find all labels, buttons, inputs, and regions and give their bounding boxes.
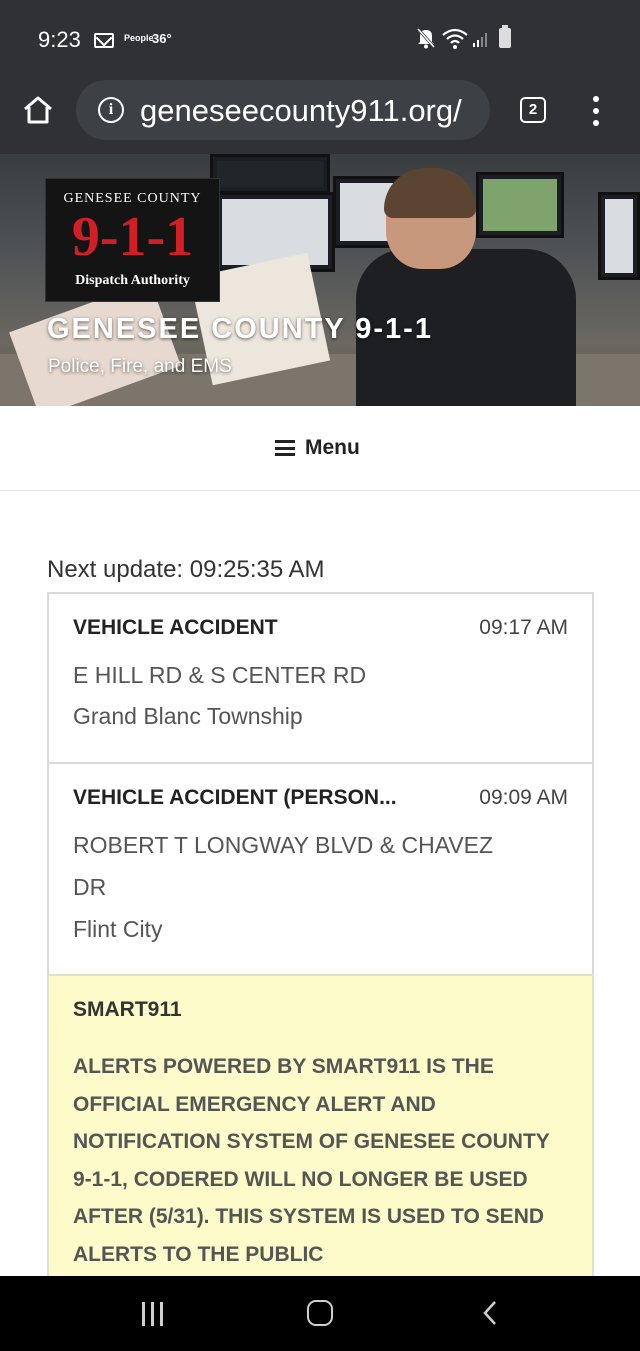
- temperature: 36°: [152, 31, 172, 46]
- incident-area: Grand Blanc Township: [73, 703, 303, 729]
- back-icon[interactable]: [478, 1300, 504, 1326]
- mail-icon: [94, 33, 114, 48]
- menu-button[interactable]: Menu: [275, 436, 360, 460]
- alert-body: ALERTS POWERED BY SMART911 IS THE OFFICI…: [73, 1055, 550, 1266]
- tab-switcher-button[interactable]: 2: [520, 97, 546, 123]
- logo-top-text: GENESEE COUNTY: [63, 191, 202, 206]
- site-tagline: Police, Fire, and EMS: [48, 356, 232, 377]
- home-icon[interactable]: [22, 94, 54, 126]
- info-icon[interactable]: i: [98, 97, 124, 123]
- signal-icon: [473, 33, 487, 47]
- monitor: [210, 154, 330, 194]
- incident-title: VEHICLE ACCIDENT (PERSON...: [73, 786, 397, 809]
- alert-title: SMART911: [73, 998, 182, 1021]
- address-bar[interactable]: i geneseecounty911.org/: [76, 80, 490, 140]
- incident-time: 09:09 AM: [479, 786, 568, 809]
- incident-address-cont: DR: [73, 874, 107, 900]
- status-bar: 9:23 People 36°: [0, 0, 640, 80]
- battery-icon: [499, 25, 511, 48]
- home-nav-icon[interactable]: [307, 1300, 333, 1326]
- site-logo[interactable]: GENESEE COUNTY 9-1-1 Dispatch Authority: [45, 178, 220, 302]
- incident-area: Flint City: [73, 916, 163, 942]
- incident-title: VEHICLE ACCIDENT: [73, 616, 278, 639]
- logo-main-text: 9-1-1: [71, 206, 194, 268]
- more-vert-icon[interactable]: [590, 96, 602, 126]
- incident-card[interactable]: VEHICLE ACCIDENT 09:17 AM E HILL RD & S …: [47, 592, 594, 764]
- mute-icon: [416, 28, 436, 49]
- logo-bottom-text: Dispatch Authority: [75, 273, 190, 288]
- site-title[interactable]: GENESEE COUNTY 9-1-1: [47, 313, 433, 346]
- status-time: 9:23: [38, 27, 81, 52]
- hamburger-icon: [275, 440, 295, 456]
- recent-apps-icon[interactable]: [140, 1302, 166, 1326]
- wifi-icon: [442, 28, 468, 49]
- monitor: [598, 192, 640, 280]
- incident-address: ROBERT T LONGWAY BLVD & CHAVEZ: [73, 832, 494, 858]
- menu-label: Menu: [305, 436, 360, 459]
- incident-address: E HILL RD & S CENTER RD: [73, 662, 367, 688]
- smart911-alert: SMART911 ALERTS POWERED BY SMART911 IS T…: [47, 974, 594, 1284]
- incident-card[interactable]: VEHICLE ACCIDENT (PERSON... 09:09 AM ROB…: [47, 762, 594, 976]
- people-label: People: [124, 33, 154, 43]
- incident-time: 09:17 AM: [479, 616, 568, 639]
- url-text[interactable]: geneseecounty911.org/: [140, 93, 462, 129]
- menu-bar: Menu: [0, 406, 640, 491]
- next-update-text: Next update: 09:25:35 AM: [47, 556, 325, 583]
- system-nav-bar: [0, 1276, 640, 1351]
- browser-toolbar: i geneseecounty911.org/ 2: [0, 80, 640, 154]
- monitor: [476, 172, 564, 238]
